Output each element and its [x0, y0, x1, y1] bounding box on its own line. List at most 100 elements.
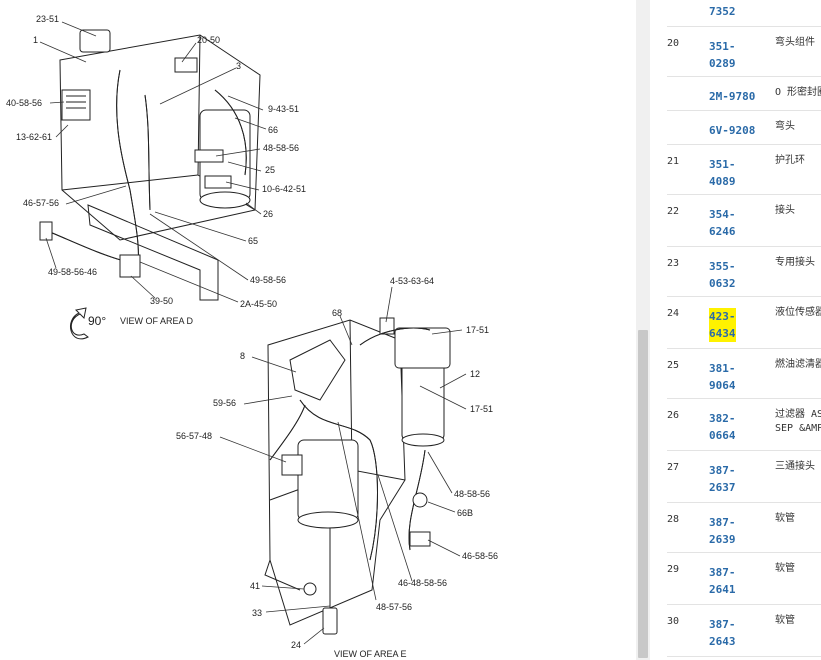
part-number-link[interactable]: 387- 2637 [709, 450, 775, 503]
part-number-text[interactable]: 2643 [709, 633, 775, 650]
part-description-text: O 形密封圈 [775, 86, 821, 98]
area-d-caption: VIEW OF AREA D [120, 316, 194, 326]
part-number-text[interactable]: 351- [709, 38, 775, 55]
parts-row: 20 351- 0289 弯头组件 [667, 26, 821, 77]
parts-row: 24 423- 6434 液位传感器 [667, 296, 821, 349]
item-number: 20 [667, 26, 709, 77]
area-d-drawing [39, 29, 261, 301]
part-description: 三通接头 [775, 450, 821, 503]
callout-label: 8 [240, 351, 245, 361]
part-description: 过滤器 AS SEP &AMP; [775, 398, 821, 451]
part-number-text[interactable]: 2641 [709, 581, 775, 598]
parts-row: 21 351- 4089 护孔环 [667, 144, 821, 195]
callout-label: 25 [265, 165, 275, 175]
part-number-text[interactable]: 2637 [709, 479, 775, 496]
part-number-text[interactable]: 355- [709, 258, 775, 275]
item-number: 27 [667, 450, 709, 503]
part-number-text[interactable]: 2639 [709, 531, 775, 548]
part-description-text: 过滤器 AS [775, 408, 821, 420]
part-number-text[interactable]: 423- [709, 307, 736, 325]
part-number-text[interactable]: 354- [709, 206, 775, 223]
part-description: 专用接头 [775, 246, 821, 297]
parts-row: 2M-9780O 形密封圈 [667, 76, 821, 111]
part-number-link[interactable]: 387- 2639 [709, 502, 775, 553]
part-number-link[interactable]: 2M-9780 [709, 76, 775, 111]
parts-row: 27 387- 2637 三通接头 [667, 450, 821, 503]
part-number-link[interactable]: 381- 9064 [709, 348, 775, 399]
part-description: 燃油滤清器 [775, 348, 821, 399]
callout-label: 49-58-56 [250, 275, 286, 285]
part-description-text: 液位传感器 [775, 306, 821, 318]
part-number-text[interactable]: 9064 [709, 377, 775, 394]
part-number-text[interactable]: 7352 [709, 3, 775, 20]
callout-label: 41 [250, 581, 260, 591]
callout-label: 2A-45-50 [240, 299, 277, 309]
part-number-link[interactable]: 354- 6246 [709, 194, 775, 247]
part-number-link[interactable]: 387- 2641 [709, 552, 775, 605]
part-number-text[interactable]: 387- [709, 616, 775, 633]
part-number-text[interactable]: 387- [709, 514, 775, 531]
rotation-label: 90° [88, 314, 106, 328]
callout-label: 46-48-58-56 [398, 578, 447, 588]
parts-row: 6V-9208 弯头 [667, 110, 821, 145]
item-number: 28 [667, 502, 709, 553]
part-description-text: 三通接头 [775, 460, 815, 472]
part-number-text[interactable]: 6434 [709, 324, 736, 342]
parts-row: 7352 [667, 0, 821, 27]
callout-label: 46-58-56 [462, 551, 498, 561]
parts-row: 25 381- 9064 燃油滤清器 [667, 348, 821, 399]
part-number-link[interactable]: 382- 0664 [709, 398, 775, 451]
callout-label: 48-58-56 [454, 489, 490, 499]
part-number-link[interactable]: 351- 4089 [709, 144, 775, 195]
part-number-link[interactable]: 6V-9208 [709, 110, 775, 145]
callout-label: 66 [268, 125, 278, 135]
part-description-text: 软管 [775, 562, 795, 574]
part-number-text[interactable]: 6246 [709, 223, 775, 240]
item-number: 24 [667, 296, 709, 349]
part-number-text[interactable]: 0632 [709, 275, 775, 292]
part-number-link[interactable]: 351- 0289 [709, 26, 775, 77]
callout-label: 46-57-56 [23, 198, 59, 208]
item-number: 25 [667, 348, 709, 399]
part-description-text: 专用接头 [775, 256, 815, 268]
part-number-link[interactable]: 7352 [709, 0, 775, 27]
part-number-text[interactable]: 4089 [709, 173, 775, 190]
part-description-text: SEP &AMP; [775, 422, 821, 434]
callout-label: 68 [332, 308, 342, 318]
part-number-link[interactable]: 423- 6434 [709, 296, 775, 349]
callout-label: 24 [291, 640, 301, 650]
part-number-text[interactable]: 0664 [709, 427, 775, 444]
part-number-text[interactable]: 381- [709, 360, 775, 377]
callout-label: 1 [33, 35, 38, 45]
parts-row: 29 387- 2641 软管 [667, 552, 821, 605]
callout-label: 48-57-56 [376, 602, 412, 612]
part-number-link[interactable]: 387- 2643 [709, 604, 775, 657]
part-description-text: 软管 [775, 614, 795, 626]
callout-label: 65 [248, 236, 258, 246]
part-number-text[interactable]: 387- [709, 462, 775, 479]
item-number: 22 [667, 194, 709, 247]
callout-label: 9-43-51 [268, 104, 299, 114]
part-number-text[interactable]: 382- [709, 410, 775, 427]
item-number: 30 [667, 604, 709, 657]
part-description: 软管 [775, 502, 821, 553]
part-number-text[interactable]: 351- [709, 156, 775, 173]
callout-label: 13-62-61 [16, 132, 52, 142]
callout-label: 10-6-42-51 [262, 184, 306, 194]
part-number-text[interactable]: 2M-9780 [709, 88, 775, 105]
parts-table: 735220351-0289弯头组件2M-9780O 形密封圈6V-9208弯头… [667, 0, 821, 657]
callout-label: 20-50 [197, 35, 220, 45]
part-description: 弯头组件 [775, 26, 821, 77]
item-number: 21 [667, 144, 709, 195]
callout-label: 49-58-56-46 [48, 267, 97, 277]
scrollbar-thumb[interactable] [638, 330, 648, 658]
part-number-text[interactable]: 6V-9208 [709, 122, 775, 139]
callout-label: 3 [236, 61, 241, 71]
parts-row: 30 387- 2643 软管 [667, 604, 821, 657]
parts-diagram: 23-51 1 20-50 40-58-56 3 9-43-51 13-62-6… [0, 0, 636, 660]
part-number-text[interactable]: 0289 [709, 55, 775, 72]
part-number-text[interactable]: 387- [709, 564, 775, 581]
callout-label: 12 [470, 369, 480, 379]
part-description: 软管 [775, 552, 821, 605]
part-number-link[interactable]: 355- 0632 [709, 246, 775, 297]
